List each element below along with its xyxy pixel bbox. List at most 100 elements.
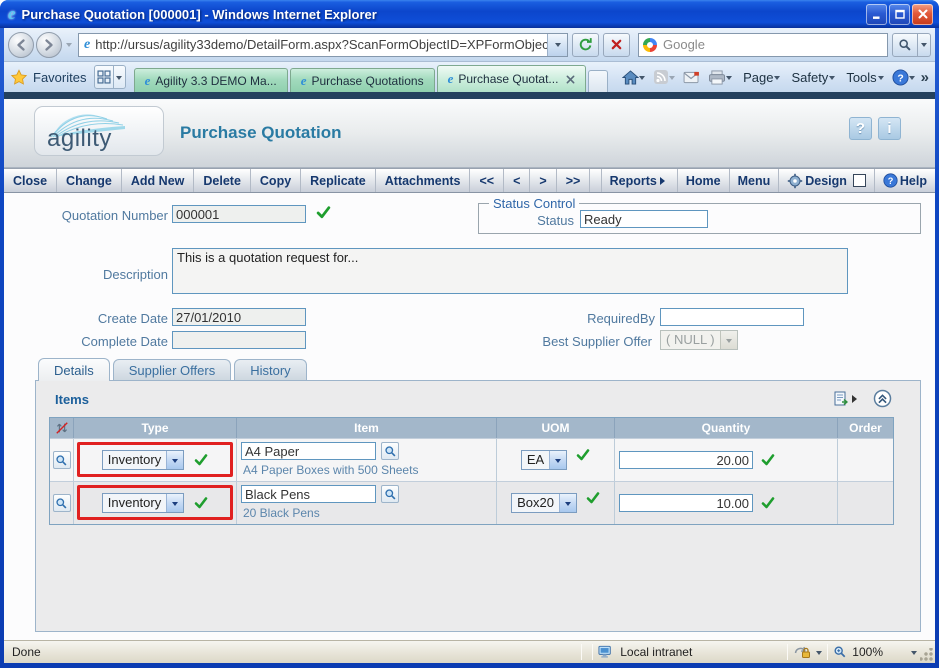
tab-purchase-quotation-active[interactable]: e Purchase Quotat...	[437, 65, 587, 92]
best-supplier-offer-value: ( NULL )	[661, 331, 720, 349]
column-header-type[interactable]: Type	[74, 418, 237, 438]
tab-bar: Favorites e Agility 3.3 DEMO Ma... e Pur…	[4, 62, 935, 92]
tab-details[interactable]: Details	[38, 358, 110, 381]
tab-supplier-offers[interactable]: Supplier Offers	[113, 359, 231, 381]
item-input[interactable]	[241, 485, 376, 503]
address-field[interactable]: e http://ursus/agility33demo/DetailForm.…	[78, 33, 568, 57]
attachments-button[interactable]: Attachments	[376, 169, 471, 192]
complete-date-input[interactable]	[172, 331, 306, 349]
column-header-order[interactable]: Order	[838, 418, 893, 438]
svg-text:?: ?	[888, 176, 894, 186]
delete-button[interactable]: Delete	[194, 169, 251, 192]
feeds-button[interactable]	[649, 65, 679, 89]
uom-select[interactable]: EA	[521, 450, 567, 470]
header-info-button[interactable]: i	[878, 117, 901, 140]
forward-button[interactable]	[36, 32, 62, 58]
menu-button[interactable]: Menu	[729, 169, 779, 192]
column-header-item[interactable]: Item	[237, 418, 497, 438]
export-button[interactable]	[833, 391, 861, 407]
details-panel: Items Type Item UOM	[35, 380, 921, 632]
security-zone[interactable]: Local intranet	[598, 645, 692, 659]
tools-menu[interactable]: Tools	[839, 65, 887, 89]
add-new-button[interactable]: Add New	[122, 169, 194, 192]
tab-history[interactable]: History	[234, 359, 306, 381]
quantity-input[interactable]	[619, 494, 753, 512]
quotation-number-input[interactable]	[172, 205, 306, 223]
item-lookup-button[interactable]	[381, 485, 399, 503]
tab-close-button[interactable]	[566, 75, 575, 84]
reports-menu-button[interactable]: Reports	[601, 169, 677, 192]
tab-list-caret[interactable]	[114, 65, 125, 89]
required-by-input[interactable]	[660, 308, 804, 326]
status-input[interactable]	[580, 210, 708, 228]
first-record-button[interactable]: <<	[470, 169, 504, 192]
stop-button[interactable]	[603, 33, 630, 57]
favorites-star-icon	[10, 69, 28, 86]
description-textarea[interactable]: This is a quotation request for...	[172, 248, 848, 294]
back-button[interactable]	[8, 32, 34, 58]
collapse-section-button[interactable]	[873, 389, 892, 408]
item-input[interactable]	[241, 442, 376, 460]
row-lookup-button[interactable]	[53, 494, 71, 512]
help-menu[interactable]: ?	[888, 65, 919, 89]
search-box[interactable]: Google	[638, 33, 888, 57]
design-toggle[interactable]: Design	[778, 169, 874, 192]
mail-button[interactable]	[679, 65, 704, 89]
design-checkbox[interactable]	[853, 174, 866, 187]
header-help-button[interactable]: ?	[849, 117, 872, 140]
search-options-caret[interactable]	[918, 33, 931, 57]
change-button[interactable]: Change	[57, 169, 122, 192]
safety-menu[interactable]: Safety	[784, 65, 839, 89]
status-control-legend: Status Control	[489, 196, 579, 211]
items-heading: Items	[55, 392, 89, 407]
next-record-button[interactable]: >	[530, 169, 556, 192]
table-row: Inventory A4 Paper Boxes with 500 She	[50, 438, 893, 481]
type-select[interactable]: Inventory	[102, 493, 184, 513]
close-action-button[interactable]: Close	[4, 169, 57, 192]
search-input-value[interactable]: Google	[663, 37, 705, 52]
home-button[interactable]	[618, 65, 649, 89]
help-button[interactable]: ? Help	[874, 169, 935, 192]
home-nav-button[interactable]: Home	[677, 169, 729, 192]
copy-button[interactable]: Copy	[251, 169, 301, 192]
more-commands-chevron[interactable]: »	[921, 69, 929, 86]
search-button[interactable]	[892, 33, 918, 57]
type-select[interactable]: Inventory	[102, 450, 184, 470]
submenu-arrow-icon	[852, 395, 861, 403]
safety-menu-label: Safety	[791, 70, 828, 85]
zoom-control[interactable]: 100%	[833, 645, 917, 659]
row-lookup-button[interactable]	[53, 451, 71, 469]
protected-mode-button[interactable]	[793, 645, 822, 659]
resize-grip[interactable]	[920, 648, 933, 661]
chevron-down-icon	[166, 451, 183, 469]
ie-favicon: e	[145, 73, 151, 89]
refresh-button[interactable]	[572, 33, 599, 57]
quantity-input[interactable]	[619, 451, 753, 469]
address-bar: e http://ursus/agility33demo/DetailForm.…	[4, 28, 935, 62]
page-menu[interactable]: Page	[736, 65, 784, 89]
uom-select[interactable]: Box20	[511, 493, 577, 513]
minimize-button[interactable]	[866, 4, 887, 25]
printer-icon	[708, 70, 726, 85]
last-record-button[interactable]: >>	[557, 169, 591, 192]
print-button[interactable]	[704, 65, 736, 89]
address-url[interactable]: http://ursus/agility33demo/DetailForm.as…	[95, 37, 547, 52]
replicate-button[interactable]: Replicate	[301, 169, 376, 192]
valid-check-icon	[761, 496, 775, 510]
recent-pages-caret[interactable]	[66, 43, 72, 50]
previous-record-button[interactable]: <	[504, 169, 530, 192]
valid-check-icon	[576, 448, 590, 462]
address-dropdown-button[interactable]	[547, 34, 567, 56]
close-button[interactable]	[912, 4, 933, 25]
mail-icon	[683, 71, 700, 84]
new-tab-button[interactable]	[588, 70, 608, 92]
tab-agility-demo[interactable]: e Agility 3.3 DEMO Ma...	[134, 68, 288, 92]
create-date-input[interactable]	[172, 308, 306, 326]
item-lookup-button[interactable]	[381, 442, 399, 460]
favorites-button[interactable]: Favorites	[10, 65, 86, 89]
maximize-button[interactable]	[889, 4, 910, 25]
column-header-uom[interactable]: UOM	[497, 418, 615, 438]
column-header-quantity[interactable]: Quantity	[615, 418, 838, 438]
tab-purchase-quotations[interactable]: e Purchase Quotations	[290, 68, 435, 92]
quick-tabs-button[interactable]	[94, 65, 114, 89]
